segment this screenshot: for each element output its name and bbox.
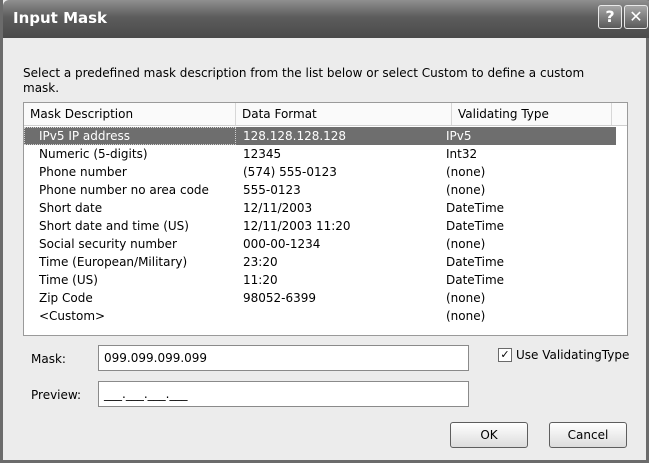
- list-item[interactable]: <Custom> (none): [24, 307, 627, 325]
- mask-label: Mask:: [31, 352, 66, 366]
- mask-description-cell: Zip Code: [39, 291, 93, 305]
- list-item[interactable]: Short date 12/11/2003 DateTime: [24, 199, 627, 217]
- checkmark-icon: ✓: [500, 348, 510, 361]
- mask-description-cell: Short date: [39, 201, 103, 215]
- mask-description-cell: Short date and time (US): [39, 219, 189, 233]
- data-format-cell: 12/11/2003: [243, 201, 313, 215]
- data-format-cell: 23:20: [243, 255, 278, 269]
- list-item[interactable]: Phone number (574) 555-0123 (none): [24, 163, 627, 181]
- mask-list[interactable]: Mask Description Data Format Validating …: [23, 102, 628, 336]
- validating-type-cell: DateTime: [446, 201, 505, 215]
- data-format-cell: 11:20: [243, 273, 278, 287]
- list-rows: IPv5 IP address 128.128.128.128 IPv5 Num…: [24, 127, 627, 325]
- column-header-mask-description[interactable]: Mask Description: [24, 103, 236, 125]
- mask-description-cell: Time (European/Military): [39, 255, 188, 269]
- data-format-cell: 12345: [243, 147, 282, 161]
- use-validating-type-checkbox[interactable]: ✓: [498, 348, 512, 362]
- list-item[interactable]: IPv5 IP address 128.128.128.128 IPv5: [24, 127, 627, 145]
- validating-type-cell: DateTime: [446, 273, 505, 287]
- validating-type-cell: (none): [446, 183, 486, 197]
- help-button[interactable]: ?: [598, 5, 622, 29]
- dialog-title: Input Mask: [13, 9, 108, 27]
- data-format-cell: 555-0123: [243, 183, 301, 197]
- validating-type-cell: (none): [446, 291, 486, 305]
- list-item[interactable]: Time (European/Military) 23:20 DateTime: [24, 253, 627, 271]
- validating-type-cell: Int32: [446, 147, 478, 161]
- column-header-validating-type[interactable]: Validating Type: [452, 103, 612, 125]
- mask-input[interactable]: 099.099.099.099: [98, 345, 469, 371]
- list-item[interactable]: Social security number 000-00-1234 (none…: [24, 235, 627, 253]
- data-format-cell: (574) 555-0123: [243, 165, 337, 179]
- instructions-text: Select a predefined mask description fro…: [23, 66, 585, 95]
- list-item[interactable]: Zip Code 98052-6399 (none): [24, 289, 627, 307]
- validating-type-cell: DateTime: [446, 219, 505, 233]
- validating-type-cell: (none): [446, 237, 486, 251]
- validating-type-cell: IPv5: [446, 129, 472, 143]
- list-item[interactable]: Short date and time (US) 12/11/2003 11:2…: [24, 217, 627, 235]
- mask-description-cell: Phone number no area code: [39, 183, 209, 197]
- mask-description-cell: Numeric (5-digits): [39, 147, 148, 161]
- validating-type-cell: (none): [446, 309, 486, 323]
- cancel-button[interactable]: Cancel: [549, 422, 627, 448]
- mask-description-cell: Time (US): [39, 273, 98, 287]
- mask-description-cell: Social security number: [39, 237, 177, 251]
- question-mark-icon: ?: [605, 7, 615, 26]
- use-validating-type-label[interactable]: Use ValidatingType: [516, 348, 629, 362]
- list-item[interactable]: Phone number no area code 555-0123 (none…: [24, 181, 627, 199]
- mask-description-cell: <Custom>: [39, 309, 106, 323]
- validating-type-cell: DateTime: [446, 255, 505, 269]
- preview-label: Preview:: [31, 388, 82, 402]
- title-bar: Input Mask ? ✕: [3, 0, 649, 38]
- list-item[interactable]: Time (US) 11:20 DateTime: [24, 271, 627, 289]
- input-mask-dialog: Input Mask ? ✕ Select a predefined mask …: [0, 0, 649, 463]
- data-format-cell: 000-00-1234: [243, 237, 321, 251]
- close-button[interactable]: ✕: [624, 5, 648, 29]
- mask-description-cell: IPv5 IP address: [39, 129, 131, 143]
- data-format-cell: 128.128.128.128: [243, 129, 347, 143]
- data-format-cell: 98052-6399: [243, 291, 317, 305]
- data-format-cell: 12/11/2003 11:20: [243, 219, 351, 233]
- preview-field: ___.___.___.___: [98, 381, 469, 407]
- list-header: Mask Description Data Format Validating …: [24, 103, 627, 126]
- column-header-data-format[interactable]: Data Format: [236, 103, 452, 125]
- close-icon: ✕: [629, 7, 643, 26]
- list-item[interactable]: Numeric (5-digits) 12345 Int32: [24, 145, 627, 163]
- mask-description-cell: Phone number: [39, 165, 127, 179]
- validating-type-cell: (none): [446, 165, 486, 179]
- ok-button[interactable]: OK: [450, 422, 528, 448]
